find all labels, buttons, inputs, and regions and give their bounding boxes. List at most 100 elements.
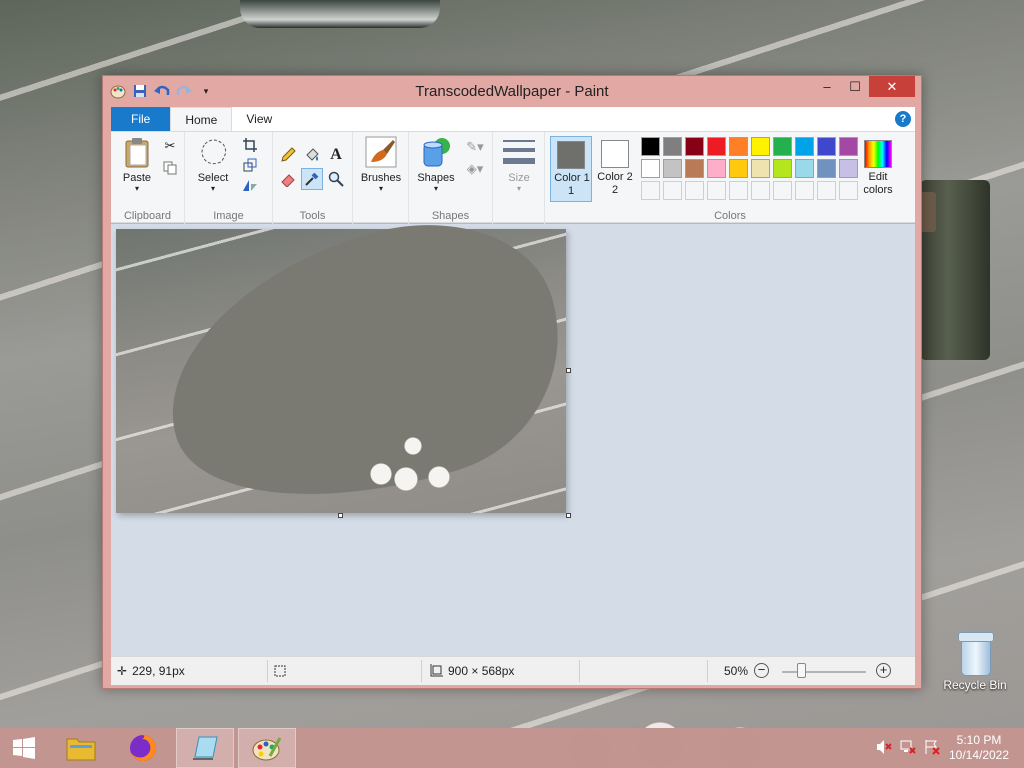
custom-color-slot[interactable] bbox=[795, 181, 814, 200]
outline-icon[interactable]: ✎▾ bbox=[463, 138, 487, 156]
close-button[interactable]: ✕ bbox=[869, 76, 915, 97]
tab-view[interactable]: View bbox=[232, 107, 286, 131]
palette-color-swatch[interactable] bbox=[663, 137, 682, 156]
palette-color-swatch[interactable] bbox=[795, 159, 814, 178]
shapes-group-label: Shapes bbox=[431, 210, 470, 222]
windows-logo-icon bbox=[13, 737, 35, 759]
fill-icon[interactable] bbox=[303, 146, 321, 164]
pencil-icon[interactable] bbox=[279, 146, 297, 164]
palette-color-swatch[interactable] bbox=[817, 159, 836, 178]
rotate-icon[interactable] bbox=[241, 176, 259, 194]
network-icon[interactable] bbox=[896, 739, 920, 758]
lamp-post-lights bbox=[361, 434, 461, 514]
palette-color-swatch[interactable] bbox=[751, 137, 770, 156]
clock-date: 10/14/2022 bbox=[948, 748, 1010, 762]
color1-button[interactable]: Color 1 1 bbox=[550, 136, 592, 202]
palette-color-swatch[interactable] bbox=[729, 137, 748, 156]
recycle-bin-shortcut[interactable]: Recycle Bin bbox=[942, 630, 1008, 692]
palette-color-swatch[interactable] bbox=[707, 137, 726, 156]
palette-color-swatch[interactable] bbox=[685, 159, 704, 178]
canvas-image[interactable] bbox=[116, 224, 593, 546]
paste-label: Paste bbox=[122, 172, 152, 184]
zoom-slider-track[interactable] bbox=[782, 671, 866, 673]
copy-icon[interactable] bbox=[161, 159, 179, 177]
action-center-icon[interactable] bbox=[920, 739, 944, 758]
wallpaper-tank bbox=[910, 180, 990, 360]
edit-colors-button[interactable]: Edit colors bbox=[855, 136, 901, 197]
color2-label: Color 2 bbox=[597, 171, 633, 183]
palette-color-swatch[interactable] bbox=[795, 137, 814, 156]
status-separator bbox=[267, 660, 268, 682]
custom-color-slot[interactable] bbox=[817, 181, 836, 200]
help-button[interactable]: ? bbox=[895, 111, 911, 127]
brush-icon bbox=[365, 136, 397, 168]
palette-color-swatch[interactable] bbox=[729, 159, 748, 178]
clipboard-group-label: Clipboard bbox=[123, 210, 172, 222]
text-icon[interactable]: A bbox=[327, 146, 345, 164]
zoom-out-button[interactable]: − bbox=[754, 663, 769, 678]
custom-color-slot[interactable] bbox=[663, 181, 682, 200]
magnifier-icon[interactable] bbox=[327, 170, 345, 188]
edit-colors-label: Edit colors bbox=[863, 171, 893, 196]
window-title: TranscodedWallpaper - Paint bbox=[415, 83, 609, 100]
selection-size-icon bbox=[273, 664, 287, 678]
volume-muted-icon[interactable] bbox=[872, 739, 896, 758]
color-picker-icon[interactable] bbox=[301, 168, 323, 190]
taskbar-file-explorer[interactable] bbox=[52, 728, 110, 768]
status-separator bbox=[707, 660, 708, 682]
resize-icon[interactable] bbox=[241, 156, 259, 174]
maximize-button[interactable]: ☐ bbox=[841, 76, 869, 97]
tab-home[interactable]: Home bbox=[170, 107, 233, 131]
wallpaper-car bbox=[240, 0, 440, 28]
resize-handle-right[interactable] bbox=[566, 368, 571, 373]
palette-color-swatch[interactable] bbox=[663, 159, 682, 178]
resize-handle-bottom[interactable] bbox=[338, 513, 343, 518]
custom-color-slot[interactable] bbox=[773, 181, 792, 200]
palette-color-swatch[interactable] bbox=[641, 159, 660, 178]
palette-color-swatch[interactable] bbox=[751, 159, 770, 178]
palette-color-swatch[interactable] bbox=[817, 137, 836, 156]
shapes-button[interactable]: Shapes ▾ bbox=[413, 136, 459, 193]
eraser-icon[interactable] bbox=[279, 170, 297, 188]
palette-color-swatch[interactable] bbox=[685, 137, 704, 156]
shapes-icon bbox=[420, 136, 452, 168]
taskbar-firefox[interactable] bbox=[114, 728, 172, 768]
minimize-button[interactable]: – bbox=[813, 76, 841, 97]
palette-color-swatch[interactable] bbox=[641, 137, 660, 156]
custom-color-slot[interactable] bbox=[707, 181, 726, 200]
select-button[interactable]: Select ▾ bbox=[191, 136, 235, 193]
taskbar-app[interactable] bbox=[176, 728, 234, 768]
status-bar: ✛ 229, 91px 900 × 568px 50% − + bbox=[111, 656, 915, 685]
cursor-position-icon: ✛ bbox=[117, 664, 128, 678]
status-separator bbox=[579, 660, 580, 682]
taskbar-paint[interactable] bbox=[238, 728, 296, 768]
color2-button[interactable]: Color 2 2 bbox=[595, 136, 635, 197]
group-clipboard: Paste ▾ ✂ Clipboard bbox=[111, 132, 185, 224]
color2-number: 2 bbox=[611, 184, 619, 196]
cut-icon[interactable]: ✂ bbox=[161, 137, 179, 155]
palette-color-swatch[interactable] bbox=[773, 137, 792, 156]
custom-color-slot[interactable] bbox=[685, 181, 704, 200]
tools-group-label: Tools bbox=[299, 210, 326, 222]
custom-color-slot[interactable] bbox=[641, 181, 660, 200]
title-bar[interactable]: ▾ TranscodedWallpaper - Paint – ☐ ✕ bbox=[103, 76, 921, 106]
custom-color-slot[interactable] bbox=[729, 181, 748, 200]
clock[interactable]: 5:10 PM 10/14/2022 bbox=[944, 733, 1014, 763]
palette-color-swatch[interactable] bbox=[773, 159, 792, 178]
crop-icon[interactable] bbox=[241, 136, 259, 154]
tab-file[interactable]: File bbox=[111, 107, 171, 131]
start-button[interactable] bbox=[0, 728, 48, 768]
custom-color-slot[interactable] bbox=[751, 181, 770, 200]
zoom-slider-thumb[interactable] bbox=[797, 663, 806, 678]
size-button[interactable]: Size ▾ bbox=[499, 136, 539, 193]
brushes-button[interactable]: Brushes ▾ bbox=[357, 136, 405, 193]
shape-fill-icon[interactable]: ◈▾ bbox=[463, 160, 487, 178]
zoom-in-button[interactable]: + bbox=[876, 663, 891, 678]
system-tray: 5:10 PM 10/14/2022 bbox=[872, 728, 1024, 768]
resize-handle-corner[interactable] bbox=[566, 513, 571, 518]
cursor-position-text: 229, 91px bbox=[132, 664, 185, 678]
palette-color-swatch[interactable] bbox=[707, 159, 726, 178]
paste-button[interactable]: Paste ▾ bbox=[117, 136, 157, 193]
canvas-workspace[interactable] bbox=[111, 224, 915, 656]
image-size: 900 × 568px bbox=[429, 664, 514, 678]
